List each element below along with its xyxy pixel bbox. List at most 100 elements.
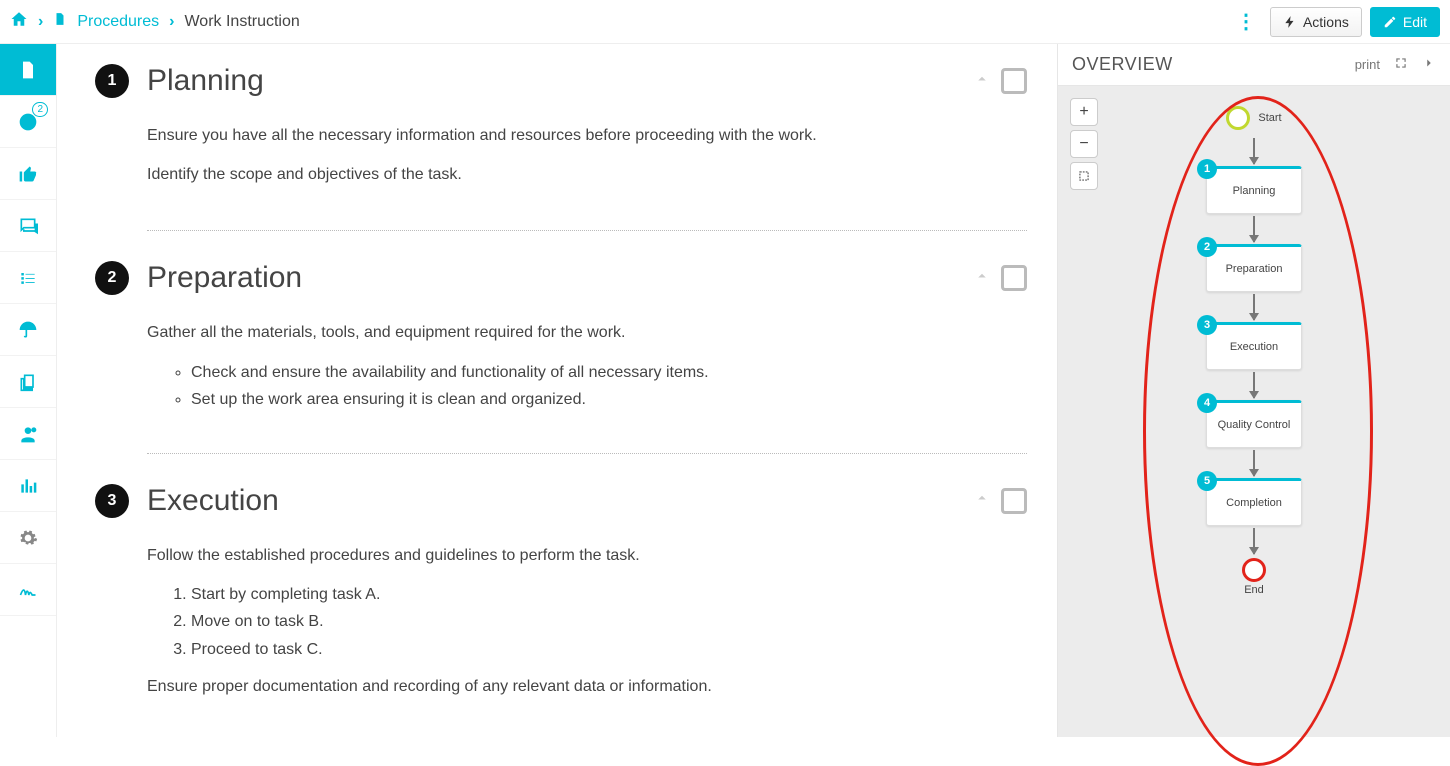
breadcrumb: › Procedures › Work Instruction xyxy=(10,10,300,33)
sidebar-item-tasks[interactable] xyxy=(0,252,56,304)
umbrella-icon xyxy=(18,320,38,340)
sidebar-item-signature[interactable] xyxy=(0,564,56,616)
actions-label: Actions xyxy=(1303,14,1349,30)
flow-node-label: Quality Control xyxy=(1218,419,1291,431)
signature-icon xyxy=(18,580,38,600)
step-paragraph: Ensure you have all the necessary inform… xyxy=(147,122,1027,149)
step-number: 3 xyxy=(95,484,129,518)
step-header: 2Preparation xyxy=(147,261,1027,295)
flow-arrow xyxy=(1253,450,1255,476)
edit-button[interactable]: Edit xyxy=(1370,7,1440,37)
gear-icon xyxy=(18,528,38,548)
end-node-icon xyxy=(1242,558,1266,582)
flow-node[interactable]: 1Planning xyxy=(1206,166,1302,214)
flow-arrow xyxy=(1253,528,1255,554)
zoom-fit-button[interactable] xyxy=(1070,162,1098,190)
step: 2Preparation Gather all the materials, to… xyxy=(147,261,1027,454)
step-header: 1Planning xyxy=(147,64,1027,98)
flow-node-number: 1 xyxy=(1197,159,1217,179)
overview-actions: print xyxy=(1355,56,1436,73)
flow-node-number: 3 xyxy=(1197,315,1217,335)
list-item: Move on to task B. xyxy=(191,608,1027,635)
kebab-menu-icon[interactable]: ⋮ xyxy=(1230,9,1262,34)
step-bullets: Check and ensure the availability and fu… xyxy=(147,359,1027,413)
sidebar-item-analytics[interactable] xyxy=(0,460,56,512)
sidebar-item-settings[interactable] xyxy=(0,512,56,564)
step-body: Follow the established procedures and gu… xyxy=(147,542,1027,700)
flow-arrow xyxy=(1253,216,1255,242)
breadcrumb-parent[interactable]: Procedures xyxy=(77,13,159,31)
step-paragraph: Gather all the materials, tools, and equ… xyxy=(147,319,1027,346)
print-link[interactable]: print xyxy=(1355,57,1380,72)
sidebar-item-risk[interactable] xyxy=(0,304,56,356)
list-item: Proceed to task C. xyxy=(191,636,1027,663)
overview-body: + − Start 1Planning2Preparation3Executio… xyxy=(1058,86,1450,737)
collapse-icon[interactable] xyxy=(973,489,991,512)
flow-node[interactable]: 4Quality Control xyxy=(1206,400,1302,448)
bar-chart-icon xyxy=(18,476,38,496)
flow-node-number: 4 xyxy=(1197,393,1217,413)
thumbs-up-icon xyxy=(18,164,38,184)
sidebar-item-history[interactable]: 2 xyxy=(0,96,56,148)
flow-start: Start xyxy=(1226,106,1281,130)
breadcrumb-separator: › xyxy=(38,13,43,31)
sidebar-item-document[interactable] xyxy=(0,44,56,96)
zoom-in-button[interactable]: + xyxy=(1070,98,1098,126)
zoom-out-button[interactable]: − xyxy=(1070,130,1098,158)
chat-icon xyxy=(18,216,38,236)
fit-icon xyxy=(1077,169,1091,183)
edit-icon xyxy=(1383,15,1397,29)
end-label: End xyxy=(1244,584,1264,596)
content-area: 1Planning Ensure you have all the necessa… xyxy=(57,44,1057,737)
step-checkbox[interactable] xyxy=(1001,265,1027,291)
bolt-icon xyxy=(1283,15,1297,29)
edit-label: Edit xyxy=(1403,14,1427,30)
flow-node-label: Execution xyxy=(1230,341,1278,353)
list-item: Check and ensure the availability and fu… xyxy=(191,359,1027,386)
step-checkbox[interactable] xyxy=(1001,68,1027,94)
flow-node-label: Preparation xyxy=(1226,263,1283,275)
list-item: Start by completing task A. xyxy=(191,581,1027,608)
breadcrumb-current: Work Instruction xyxy=(184,13,299,31)
topbar: › Procedures › Work Instruction ⋮ Action… xyxy=(0,0,1450,44)
flow-node-label: Planning xyxy=(1233,185,1276,197)
actions-button[interactable]: Actions xyxy=(1270,7,1362,37)
flow-arrow xyxy=(1253,372,1255,398)
home-icon[interactable] xyxy=(10,10,28,33)
step-number: 1 xyxy=(95,64,129,98)
zoom-controls: + − xyxy=(1070,98,1098,190)
flow-node[interactable]: 3Execution xyxy=(1206,322,1302,370)
sidebar-item-comments[interactable] xyxy=(0,200,56,252)
overview-panel: OVERVIEW print + − xyxy=(1057,44,1450,737)
flow-node-number: 5 xyxy=(1197,471,1217,491)
document-icon xyxy=(18,60,38,80)
flow-node-label: Completion xyxy=(1226,497,1282,509)
start-label: Start xyxy=(1258,112,1281,124)
step-header: 3Execution xyxy=(147,484,1027,518)
layout: 2 1PlanningEnsure you have a xyxy=(0,44,1450,737)
step-numbered: Start by completing task A.Move on to ta… xyxy=(147,581,1027,663)
flow-arrow xyxy=(1253,294,1255,320)
step-title: Execution xyxy=(147,484,279,518)
start-node-icon xyxy=(1226,106,1250,130)
overview-title: OVERVIEW xyxy=(1072,54,1173,75)
collapse-icon[interactable] xyxy=(973,70,991,93)
step-controls xyxy=(973,265,1027,291)
step-body: Ensure you have all the necessary inform… xyxy=(147,122,1027,188)
top-actions: ⋮ Actions Edit xyxy=(1230,7,1440,37)
chevron-right-icon[interactable] xyxy=(1422,56,1436,73)
flow-node[interactable]: 5Completion xyxy=(1206,478,1302,526)
flow-diagram: Start 1Planning2Preparation3Execution4Qu… xyxy=(1058,86,1450,737)
file-icon xyxy=(53,11,67,32)
step-paragraph: Ensure proper documentation and recordin… xyxy=(147,673,1027,700)
sidebar: 2 xyxy=(0,44,57,737)
fullscreen-icon[interactable] xyxy=(1394,56,1408,73)
sidebar-item-approve[interactable] xyxy=(0,148,56,200)
step-body: Gather all the materials, tools, and equ… xyxy=(147,319,1027,413)
sidebar-item-copies[interactable] xyxy=(0,356,56,408)
sidebar-item-users[interactable] xyxy=(0,408,56,460)
collapse-icon[interactable] xyxy=(973,267,991,290)
step: 3Execution Follow the established procedu… xyxy=(147,484,1027,737)
flow-node[interactable]: 2Preparation xyxy=(1206,244,1302,292)
step-checkbox[interactable] xyxy=(1001,488,1027,514)
